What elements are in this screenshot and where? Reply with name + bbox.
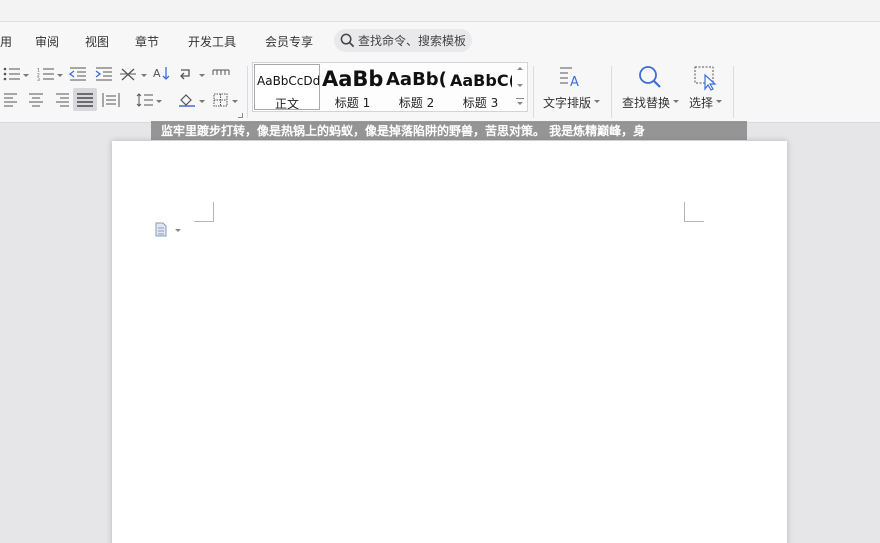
- style-sample: AaBbCcDd: [257, 74, 320, 88]
- subtitle-text: 监牢里踱步打转，像是热锅上的蚂蚁，像是掉落陷阱的野兽，苦思对策。 我是炼精巅峰，…: [161, 124, 646, 138]
- shading-dropdown[interactable]: [199, 100, 205, 103]
- search-placeholder: 查找命令、搜索模板: [358, 34, 467, 48]
- margin-corner-top-right: [684, 202, 704, 222]
- find-replace-icon[interactable]: [637, 64, 663, 90]
- align-left-icon[interactable]: [3, 93, 21, 107]
- bullet-list-icon[interactable]: [3, 67, 21, 81]
- chinese-layout-dropdown[interactable]: [141, 74, 147, 77]
- style-sample: AaBb: [322, 67, 384, 91]
- styles-more-icon[interactable]: [516, 98, 524, 106]
- justify-icon: [76, 93, 94, 107]
- menu-item-developer-tools[interactable]: 开发工具: [188, 33, 236, 50]
- style-heading-1[interactable]: AaBb 标题 1: [321, 64, 384, 110]
- menu-item-view[interactable]: 视图: [85, 33, 109, 50]
- borders-icon[interactable]: [212, 93, 230, 107]
- svg-text:3: 3: [37, 77, 40, 81]
- style-body-text[interactable]: AaBbCcDd 正文: [254, 64, 320, 110]
- borders-dropdown[interactable]: [232, 100, 238, 103]
- style-heading-3[interactable]: AaBbC( 标题 3: [449, 64, 512, 110]
- style-sample: AaBb(: [386, 69, 447, 90]
- separator: [611, 66, 612, 118]
- justify-button[interactable]: [73, 88, 97, 111]
- numbered-list-dropdown[interactable]: [57, 74, 63, 77]
- style-heading-2[interactable]: AaBb( 标题 2: [385, 64, 448, 110]
- text-layout-label[interactable]: 文字排版: [543, 94, 591, 111]
- text-layout-dropdown[interactable]: [594, 100, 600, 103]
- svg-text:A: A: [153, 67, 161, 80]
- increase-indent-icon[interactable]: [95, 67, 113, 81]
- subtitle-overlay: 监牢里踱步打转，像是热锅上的蚂蚁，像是掉落陷阱的野兽，苦思对策。 我是炼精巅峰，…: [151, 121, 747, 140]
- style-name: 标题 3: [462, 96, 499, 110]
- bullet-list-dropdown[interactable]: [23, 74, 29, 77]
- menu-item-reference[interactable]: 用: [0, 33, 12, 50]
- select-dropdown[interactable]: [716, 100, 722, 103]
- decrease-indent-icon[interactable]: [69, 67, 87, 81]
- document-icon[interactable]: [155, 222, 183, 238]
- align-right-icon[interactable]: [52, 93, 70, 107]
- menu-item-member[interactable]: 会员专享: [265, 33, 313, 50]
- style-name: 正文: [274, 97, 299, 110]
- separator: [247, 66, 248, 118]
- command-search-box[interactable]: 查找命令、搜索模板: [334, 29, 472, 52]
- numbered-list-icon[interactable]: 123: [37, 67, 55, 81]
- menu-item-chapter[interactable]: 章节: [135, 33, 159, 50]
- separator: [533, 66, 534, 118]
- tab-ruler-icon[interactable]: [212, 67, 230, 81]
- style-name: 标题 2: [398, 96, 435, 110]
- margin-corner-top-left: [194, 202, 214, 222]
- align-center-icon[interactable]: [27, 93, 45, 107]
- line-spacing-dropdown[interactable]: [156, 100, 162, 103]
- text-layout-icon[interactable]: A: [558, 66, 584, 90]
- sort-icon[interactable]: A: [153, 66, 171, 80]
- menu-item-review[interactable]: 审阅: [35, 33, 59, 50]
- svg-text:A: A: [570, 75, 579, 88]
- line-spacing-icon[interactable]: [136, 93, 154, 107]
- style-name: 标题 1: [334, 96, 371, 110]
- styles-scroll-down-icon[interactable]: [517, 84, 523, 87]
- separator: [733, 66, 734, 118]
- paragraph-mark-icon[interactable]: [179, 67, 197, 81]
- paragraph-settings-launcher[interactable]: [238, 113, 243, 118]
- find-replace-dropdown[interactable]: [673, 100, 679, 103]
- paragraph-mark-dropdown[interactable]: [199, 74, 205, 77]
- chinese-layout-icon[interactable]: [120, 67, 138, 81]
- search-icon: [340, 33, 355, 48]
- document-page[interactable]: [112, 141, 787, 543]
- select-cursor-icon[interactable]: [693, 65, 719, 91]
- find-replace-label[interactable]: 查找替换: [622, 94, 670, 111]
- title-bar: [0, 0, 880, 22]
- select-label[interactable]: 选择: [689, 94, 713, 111]
- style-sample: AaBbC(: [450, 71, 512, 90]
- shading-icon[interactable]: [178, 93, 196, 107]
- styles-scroll-up-icon[interactable]: [517, 67, 523, 70]
- distributed-align-icon[interactable]: [102, 93, 120, 107]
- styles-scroll: [513, 62, 527, 112]
- styles-gallery: AaBbCcDd 正文 AaBb 标题 1 AaBb( 标题 2 AaBbC( …: [252, 62, 528, 112]
